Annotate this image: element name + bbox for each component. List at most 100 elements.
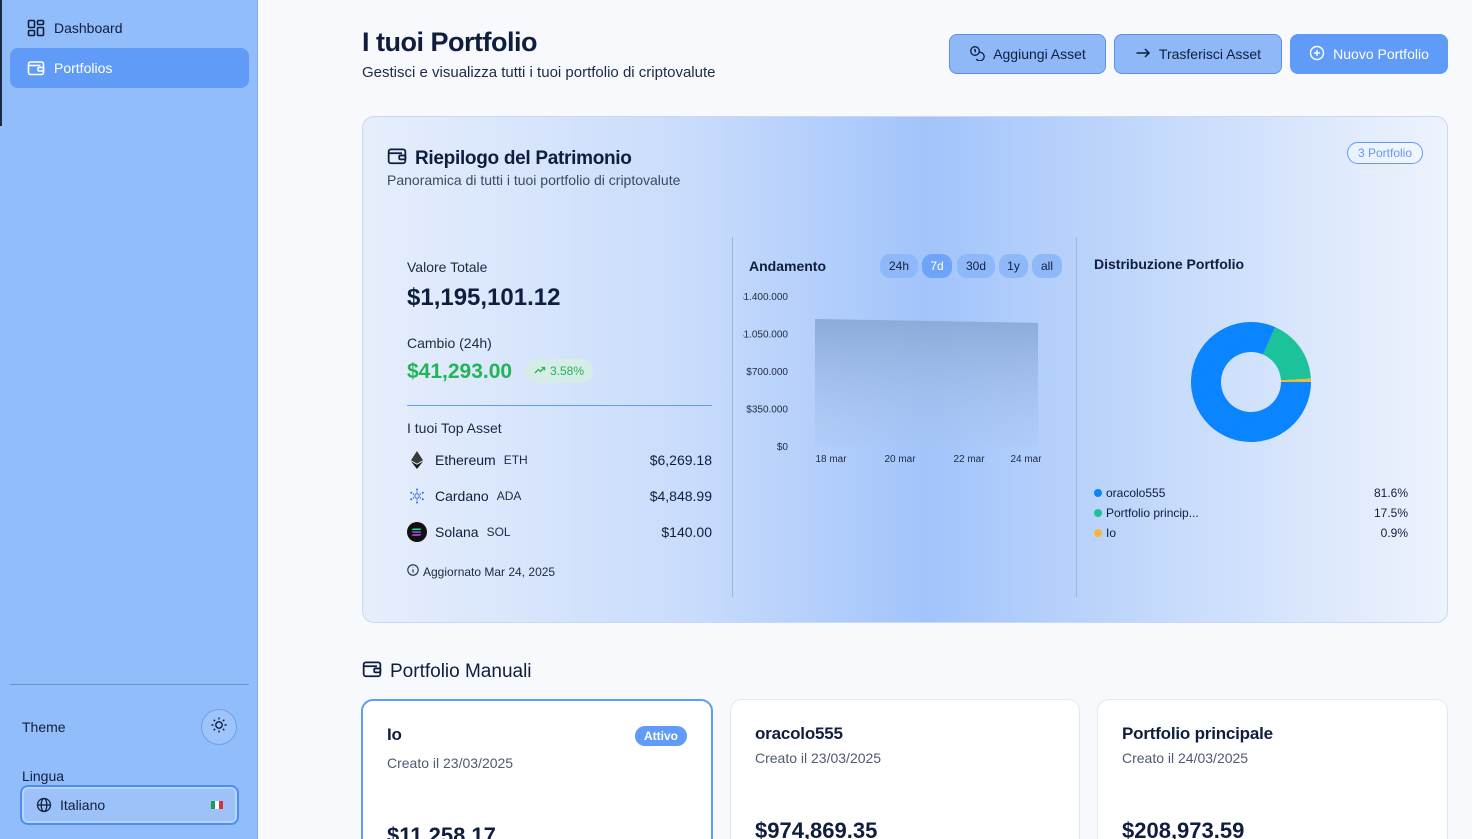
legend-label: Portfolio princip... [1106,506,1199,520]
legend-item-oracolo555: oracolo555 81.6% [1094,486,1408,500]
new-portfolio-button[interactable]: Nuovo Portfolio [1290,34,1448,74]
cardano-icon [407,486,427,506]
legend-dot [1094,529,1102,537]
total-value-label: Valore Totale [407,259,488,275]
change-value: $41,293.00 [407,360,513,383]
range-24h-button[interactable]: 24h [880,254,918,278]
transfer-asset-label: Trasferisci Asset [1158,46,1262,62]
asset-value: $140.00 [661,524,712,540]
asset-row-solana[interactable]: Solana SOL $140.00 [407,520,712,544]
wealth-summary-card: Riepilogo del Patrimonio Panoramica di t… [362,116,1448,623]
page-subtitle: Gestisci e visualizza tutti i tuoi portf… [362,64,716,81]
y-tick-label: $700.000 [746,367,788,378]
y-tick-label: $0 [777,442,789,453]
range-7d-button[interactable]: 7d [922,254,952,278]
solana-icon [407,522,427,542]
theme-label: Theme [22,719,66,735]
info-icon [407,564,419,579]
sidebar-item-label: Dashboard [54,20,123,36]
range-1y-button[interactable]: 1y [999,254,1028,278]
trend-area-chart: $1.400.000 $1.050.000 $700.000 $350.000 $0 18… [743,292,1042,465]
add-asset-button[interactable]: Aggiungi Asset [949,34,1106,74]
distribution-donut-chart [1191,322,1311,442]
summary-subtitle: Panoramica di tutti i tuoi portfolio di … [387,172,681,188]
italy-flag-icon [211,801,223,809]
portfolio-created: Creato il 23/03/2025 [755,750,882,766]
legend-item-portfolio-principale: Portfolio princip... 17.5% [1094,506,1408,520]
trend-title: Andamento [749,258,826,274]
change-label: Cambio (24h) [407,335,492,351]
dashboard-grid-icon [26,18,46,38]
portfolio-card-principale[interactable]: Portfolio principale Creato il 24/03/202… [1097,699,1448,839]
legend-percent: 17.5% [1373,506,1408,520]
plus-circle-icon [1309,45,1325,64]
x-tick-label: 20 mar [884,454,916,465]
asset-name: Solana [435,524,479,540]
transfer-asset-button[interactable]: Trasferisci Asset [1114,34,1282,74]
change-percent: 3.58% [550,364,585,378]
separator [407,405,712,406]
language-value: Italiano [60,797,106,813]
sidebar-divider [10,684,249,685]
active-badge: Attivo [635,726,687,746]
wallet-icon [387,146,407,172]
portfolio-created: Creato il 24/03/2025 [1122,750,1249,766]
legend-label: oracolo555 [1106,486,1166,500]
column-divider [732,237,733,597]
portfolio-name: Io [387,725,402,744]
portfolio-card-oracolo555[interactable]: oracolo555 Creato il 23/03/2025 $974,869… [730,699,1080,839]
y-tick-label: $1.400.000 [743,292,788,303]
page-title: I tuoi Portfolio [362,27,537,57]
manual-portfolios-title: Portfolio Manuali [362,659,532,685]
legend-dot [1094,509,1102,517]
legend-dot [1094,489,1102,497]
sun-icon [210,716,228,739]
theme-toggle-button[interactable] [201,709,237,745]
sidebar-item-dashboard[interactable]: Dashboard [10,8,249,48]
wallet-icon [26,58,46,78]
wallet-icon [362,659,382,685]
y-tick-label: $350.000 [746,405,788,416]
add-asset-label: Aggiungi Asset [993,46,1086,62]
sidebar-edge [0,0,2,126]
summary-title: Riepilogo del Patrimonio [387,146,632,172]
range-30d-button[interactable]: 30d [957,254,995,278]
language-label: Lingua [22,768,65,784]
x-tick-label: 24 mar [1010,454,1042,465]
portfolio-count-badge: 3 Portfolio [1346,142,1423,164]
sidebar-item-portfolios[interactable]: Portfolios [10,48,249,88]
asset-name: Cardano [435,488,489,504]
legend-percent: 0.9% [1380,526,1408,540]
asset-symbol: ETH [503,453,528,467]
column-divider [1076,237,1077,597]
manual-portfolios-title-text: Portfolio Manuali [390,661,532,682]
ethereum-icon [407,450,427,470]
y-tick-label: $1.050.000 [743,330,788,341]
arrow-right-icon [1135,45,1151,64]
coins-icon [969,45,985,64]
legend-percent: 81.6% [1373,486,1408,500]
portfolio-card-io[interactable]: Io Attivo Creato il 23/03/2025 $11,258.1… [361,699,713,839]
language-select[interactable]: Italiano [20,785,239,825]
summary-title-text: Riepilogo del Patrimonio [415,148,632,169]
portfolio-name: oracolo555 [755,724,843,743]
total-value: $1,195,101.12 [407,284,561,311]
asset-symbol: ADA [496,489,522,503]
portfolio-value: $11,258.17 [387,823,496,839]
portfolio-name: Portfolio principale [1122,724,1273,743]
last-updated-text: Aggiornato Mar 24, 2025 [423,564,556,579]
asset-value: $4,848.99 [649,488,712,504]
globe-icon [36,797,52,813]
range-all-button[interactable]: all [1032,254,1062,278]
trending-up-icon [534,364,546,379]
sidebar: Dashboard Portfolios Theme Lingua Italia… [0,0,258,839]
portfolio-value: $208,973.59 [1122,818,1245,839]
distribution-title: Distribuzione Portfolio [1094,256,1245,272]
asset-symbol: SOL [486,525,511,539]
asset-row-ethereum[interactable]: Ethereum ETH $6,269.18 [407,448,712,472]
new-portfolio-label: Nuovo Portfolio [1333,46,1429,62]
asset-name: Ethereum [435,452,496,468]
legend-label: Io [1106,526,1117,540]
x-tick-label: 18 mar [815,454,847,465]
asset-row-cardano[interactable]: Cardano ADA $4,848.99 [407,484,712,508]
